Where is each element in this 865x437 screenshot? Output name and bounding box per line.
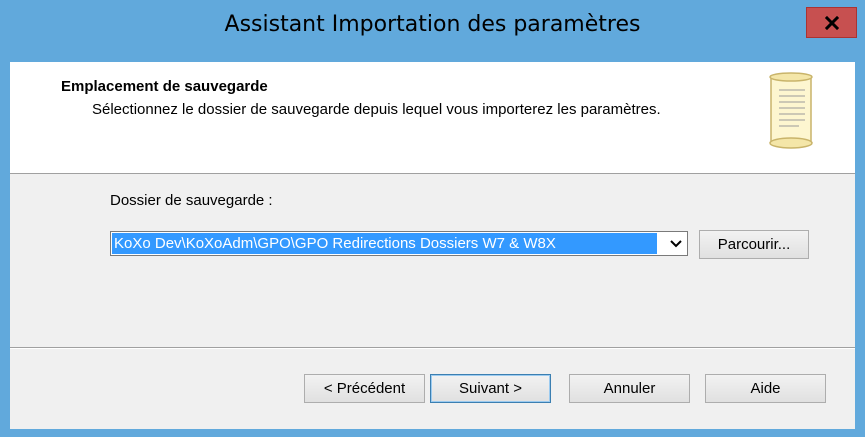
- page-title: Emplacement de sauvegarde: [61, 78, 268, 95]
- chevron-down-icon[interactable]: [668, 237, 684, 251]
- wizard-content: Emplacement de sauvegarde Sélectionnez l…: [10, 62, 855, 429]
- folder-label: Dossier de sauvegarde :: [110, 192, 273, 209]
- window-title: Assistant Importation des paramètres: [224, 12, 641, 37]
- scroll-icon: [769, 72, 813, 149]
- wizard-header: Emplacement de sauvegarde Sélectionnez l…: [10, 62, 855, 174]
- page-description: Sélectionnez le dossier de sauvegarde de…: [92, 101, 661, 118]
- title-bar[interactable]: Assistant Importation des paramètres: [0, 0, 865, 62]
- previous-button[interactable]: < Précédent: [304, 374, 425, 403]
- next-button[interactable]: Suivant >: [430, 374, 551, 403]
- browse-button[interactable]: Parcourir...: [699, 230, 809, 259]
- footer-divider: [10, 347, 855, 349]
- close-button[interactable]: [806, 7, 857, 38]
- help-button[interactable]: Aide: [705, 374, 826, 403]
- cancel-button[interactable]: Annuler: [569, 374, 690, 403]
- wizard-window: Assistant Importation des paramètres Emp…: [0, 0, 865, 437]
- close-icon: [824, 15, 839, 30]
- folder-combobox-value[interactable]: KoXo Dev\KoXoAdm\GPO\GPO Redirections Do…: [112, 233, 657, 254]
- folder-combobox[interactable]: KoXo Dev\KoXoAdm\GPO\GPO Redirections Do…: [110, 231, 688, 256]
